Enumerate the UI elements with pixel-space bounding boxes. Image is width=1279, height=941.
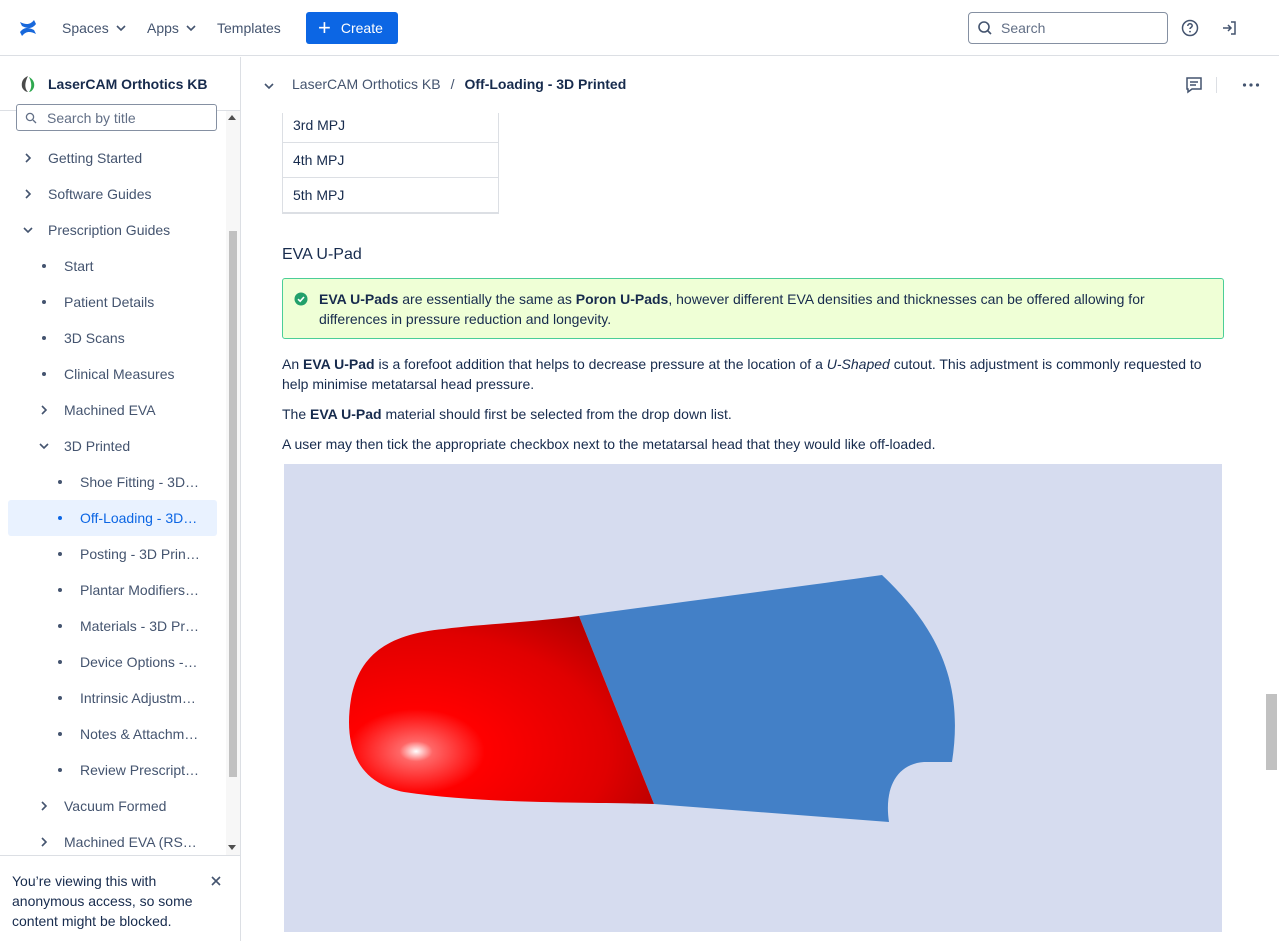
bullet-icon bbox=[58, 552, 62, 556]
bullet-icon bbox=[42, 264, 46, 268]
scroll-up-arrow-icon[interactable] bbox=[228, 115, 236, 120]
space-header[interactable]: LaserCAM Orthotics KB bbox=[0, 57, 240, 111]
bullet-icon bbox=[42, 300, 46, 304]
table-cell: 4th MPJ bbox=[282, 142, 499, 178]
breadcrumb-separator: / bbox=[450, 76, 455, 92]
apps-menu[interactable]: Apps bbox=[147, 18, 197, 38]
bullet-icon bbox=[58, 768, 62, 772]
bullet-icon bbox=[42, 372, 46, 376]
top-navigation: Spaces Apps Templates + Create Search bbox=[0, 0, 1279, 56]
table-cell: 3rd MPJ bbox=[282, 113, 499, 143]
sidebar-item-vacuum-formed[interactable]: Vacuum Formed bbox=[36, 788, 166, 824]
chevron-down-icon bbox=[20, 222, 36, 238]
bullet-icon bbox=[58, 624, 62, 628]
u-pad-3d-render-image[interactable] bbox=[284, 464, 1222, 932]
panel-text: EVA U-Pads are essentially the same as P… bbox=[319, 291, 1145, 327]
main-scrollbar[interactable] bbox=[1264, 57, 1279, 941]
close-icon[interactable] bbox=[208, 873, 224, 889]
anonymous-access-banner: You’re viewing this with anonymous acces… bbox=[0, 855, 240, 941]
sidebar-item-3d-scans[interactable]: 3D Scans bbox=[36, 320, 125, 356]
bullet-icon bbox=[58, 732, 62, 736]
metatarsal-table: 3rd MPJ 4th MPJ 5th MPJ bbox=[282, 113, 499, 213]
sidebar-item-clinical-measures[interactable]: Clinical Measures bbox=[36, 356, 174, 392]
chevron-down-icon[interactable] bbox=[261, 78, 277, 94]
sidebar-item-shoe-fitting[interactable]: Shoe Fitting - 3D… bbox=[52, 464, 199, 500]
breadcrumb-current-page[interactable]: Off-Loading - 3D Printed bbox=[465, 76, 627, 92]
chevron-down-icon bbox=[116, 25, 126, 32]
sidebar-item-device-options[interactable]: Device Options -… bbox=[52, 644, 197, 680]
table-scroll-shadow bbox=[282, 212, 499, 214]
plus-icon: + bbox=[318, 15, 331, 40]
sidebar-item-getting-started[interactable]: Getting Started bbox=[20, 140, 142, 176]
sidebar-item-posting[interactable]: Posting - 3D Prin… bbox=[52, 536, 200, 572]
sidebar-item-3d-printed[interactable]: 3D Printed bbox=[36, 428, 130, 464]
anonymous-access-text: You’re viewing this with anonymous acces… bbox=[12, 873, 193, 929]
sidebar-item-intrinsic-adjustments[interactable]: Intrinsic Adjustm… bbox=[52, 680, 196, 716]
chevron-right-icon bbox=[20, 150, 36, 166]
confluence-logo-icon[interactable] bbox=[18, 18, 38, 38]
sidebar-item-patient-details[interactable]: Patient Details bbox=[36, 284, 154, 320]
bullet-icon bbox=[58, 480, 62, 484]
bullet-icon bbox=[58, 516, 62, 520]
section-heading: EVA U-Pad bbox=[282, 246, 362, 263]
breadcrumb: LaserCAM Orthotics KB / Off-Loading - 3D… bbox=[292, 76, 626, 92]
templates-link[interactable]: Templates bbox=[217, 18, 281, 38]
search-by-title-input[interactable]: Search by title bbox=[16, 104, 217, 131]
log-in-icon[interactable] bbox=[1220, 18, 1240, 38]
chevron-right-icon bbox=[36, 402, 52, 418]
chevron-down-icon bbox=[36, 438, 52, 454]
sidebar-item-start[interactable]: Start bbox=[36, 248, 94, 284]
create-button[interactable]: + Create bbox=[306, 12, 398, 44]
paragraph: A user may then tick the appropriate che… bbox=[282, 436, 936, 452]
scroll-down-arrow-icon[interactable] bbox=[228, 845, 236, 850]
sidebar-item-notes-attachments[interactable]: Notes & Attachm… bbox=[52, 716, 198, 752]
bullet-icon bbox=[42, 336, 46, 340]
table-row: 3rd MPJ bbox=[282, 113, 499, 143]
sidebar-item-plantar-modifiers[interactable]: Plantar Modifiers… bbox=[52, 572, 199, 608]
chevron-right-icon bbox=[36, 798, 52, 814]
table-row: 5th MPJ bbox=[282, 177, 499, 213]
sidebar-item-materials[interactable]: Materials - 3D Pr… bbox=[52, 608, 199, 644]
paragraph: An EVA U-Pad is a forefoot addition that… bbox=[282, 356, 1202, 392]
sidebar-scroll-thumb[interactable] bbox=[229, 231, 237, 777]
bullet-icon bbox=[58, 696, 62, 700]
chevron-right-icon bbox=[20, 186, 36, 202]
paragraph: The EVA U-Pad material should first be s… bbox=[282, 406, 732, 422]
page-header: LaserCAM Orthotics KB / Off-Loading - 3D… bbox=[242, 57, 1279, 113]
chevron-down-icon bbox=[186, 25, 196, 32]
spaces-menu[interactable]: Spaces bbox=[62, 18, 127, 38]
bullet-icon bbox=[58, 660, 62, 664]
success-panel: EVA U-Pads are essentially the same as P… bbox=[282, 278, 1224, 339]
page-content: 3rd MPJ 4th MPJ 5th MPJ EVA U-Pad EVA U-… bbox=[242, 113, 1264, 941]
search-icon bbox=[25, 112, 37, 123]
check-circle-icon bbox=[294, 292, 308, 306]
sidebar-item-machined-eva[interactable]: Machined EVA bbox=[36, 392, 156, 428]
chevron-right-icon bbox=[36, 834, 52, 850]
main-scroll-thumb[interactable] bbox=[1266, 694, 1277, 770]
sidebar-item-prescription-guides[interactable]: Prescription Guides bbox=[20, 212, 170, 248]
search-icon bbox=[978, 21, 992, 35]
insole-render bbox=[349, 575, 955, 822]
space-name: LaserCAM Orthotics KB bbox=[48, 75, 208, 92]
comment-icon[interactable] bbox=[1184, 75, 1204, 95]
table-row: 4th MPJ bbox=[282, 142, 499, 178]
more-actions-icon[interactable] bbox=[1241, 75, 1261, 95]
sidebar: LaserCAM Orthotics KB Search by title Ge… bbox=[0, 57, 241, 941]
help-icon[interactable] bbox=[1180, 18, 1200, 38]
sidebar-item-software-guides[interactable]: Software Guides bbox=[20, 176, 152, 212]
global-search-input[interactable]: Search bbox=[968, 12, 1168, 44]
bullet-icon bbox=[58, 588, 62, 592]
breadcrumb-space-link[interactable]: LaserCAM Orthotics KB bbox=[292, 76, 441, 92]
header-divider bbox=[1216, 77, 1217, 93]
sidebar-item-off-loading[interactable]: Off-Loading - 3D… bbox=[8, 500, 217, 536]
table-cell: 5th MPJ bbox=[282, 177, 499, 213]
space-logo-icon bbox=[21, 75, 35, 92]
sidebar-item-review-prescription[interactable]: Review Prescript… bbox=[52, 752, 199, 788]
